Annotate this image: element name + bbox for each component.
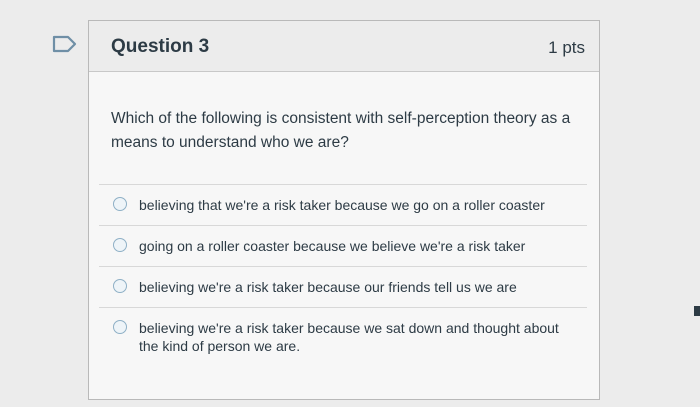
answer-option-4[interactable]: believing we're a risk taker because we … xyxy=(99,307,587,369)
answer-label: believing we're a risk taker because our… xyxy=(139,279,517,295)
radio-button-icon[interactable] xyxy=(113,238,127,252)
question-header: Question 3 1 pts xyxy=(89,21,599,72)
answer-option-3[interactable]: believing we're a risk taker because our… xyxy=(99,266,587,307)
answer-label: believing that we're a risk taker becaus… xyxy=(139,197,545,213)
answer-option-2[interactable]: going on a roller coaster because we bel… xyxy=(99,225,587,266)
answer-option-1[interactable]: believing that we're a risk taker becaus… xyxy=(99,184,587,225)
question-card: Question 3 1 pts Which of the following … xyxy=(88,20,600,400)
question-text: Which of the following is consistent wit… xyxy=(111,110,571,151)
radio-button-icon[interactable] xyxy=(113,197,127,211)
radio-button-icon[interactable] xyxy=(113,320,127,334)
answer-label: believing we're a risk taker because we … xyxy=(139,320,559,354)
question-points: 1 pts xyxy=(548,38,585,57)
question-title: Question 3 xyxy=(111,36,210,57)
page-edge-mark xyxy=(694,306,700,316)
radio-button-icon[interactable] xyxy=(113,279,127,293)
answer-label: going on a roller coaster because we bel… xyxy=(139,238,526,254)
flag-question-icon[interactable] xyxy=(52,35,78,53)
answer-list: believing that we're a risk taker becaus… xyxy=(99,184,587,369)
